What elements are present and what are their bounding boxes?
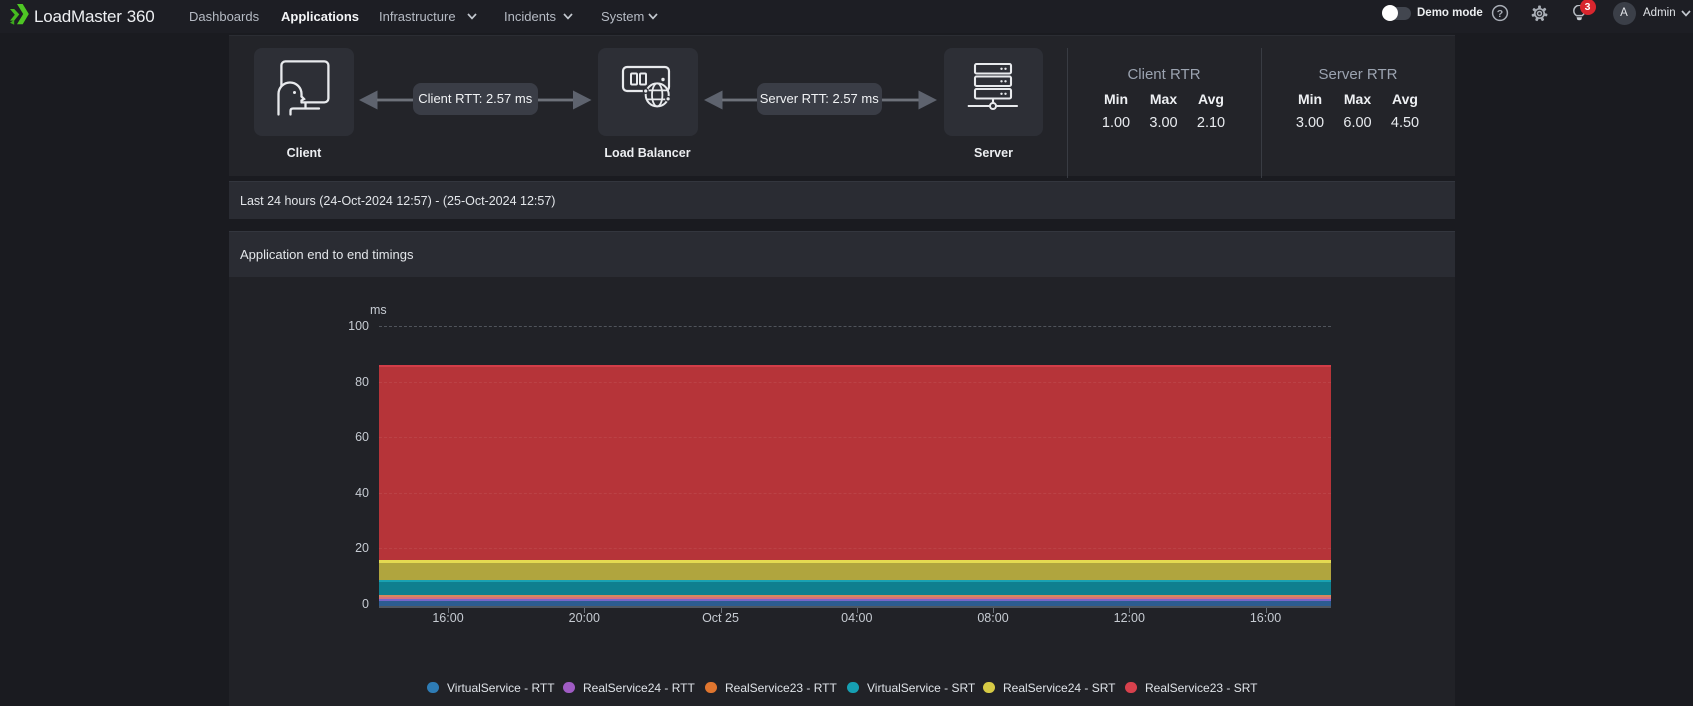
svg-text:?: ? bbox=[1497, 8, 1503, 20]
